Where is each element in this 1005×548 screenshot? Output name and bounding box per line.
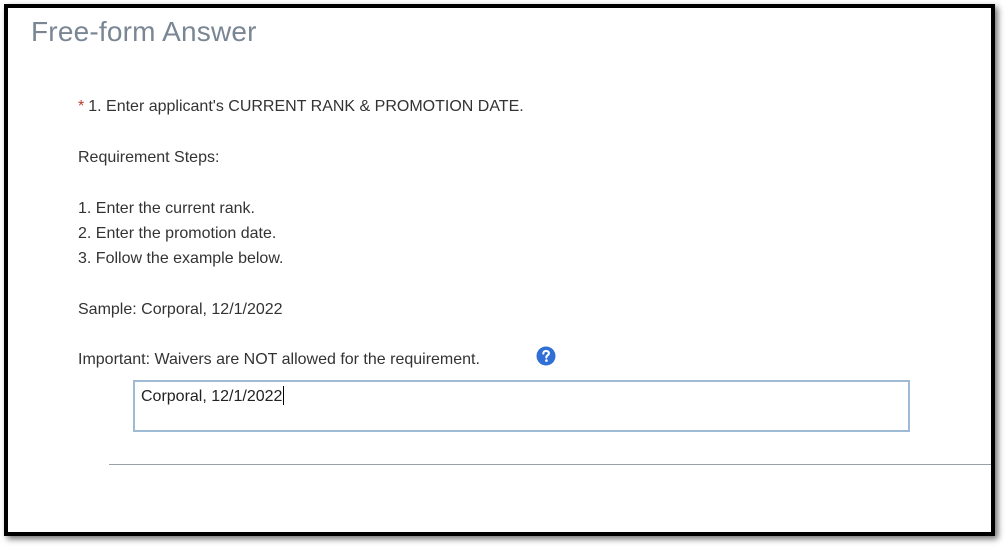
answer-input[interactable]: Corporal, 12/1/2022 — [133, 380, 910, 432]
question-circle-icon[interactable] — [536, 346, 556, 366]
section-divider — [109, 464, 991, 465]
answer-value: Corporal, 12/1/2022 — [141, 388, 283, 405]
step-2: 2. Enter the promotion date. — [78, 225, 277, 242]
important-text: Important: Waivers are NOT allowed for t… — [78, 351, 480, 368]
text-caret — [283, 386, 285, 405]
free-form-answer-panel: Free-form Answer * 1. Enter applicant's C… — [4, 4, 995, 536]
question-label: 1. Enter applicant's CURRENT RANK & PROM… — [88, 98, 524, 115]
page-title: Free-form Answer — [31, 16, 257, 47]
step-1: 1. Enter the current rank. — [78, 200, 255, 217]
requirement-heading: Requirement Steps: — [78, 149, 220, 166]
required-marker: * — [78, 98, 85, 115]
sample-text: Sample: Corporal, 12/1/2022 — [78, 301, 283, 318]
step-3: 3. Follow the example below. — [78, 250, 284, 267]
question-text: * 1. Enter applicant's CURRENT RANK & PRO… — [78, 98, 524, 116]
